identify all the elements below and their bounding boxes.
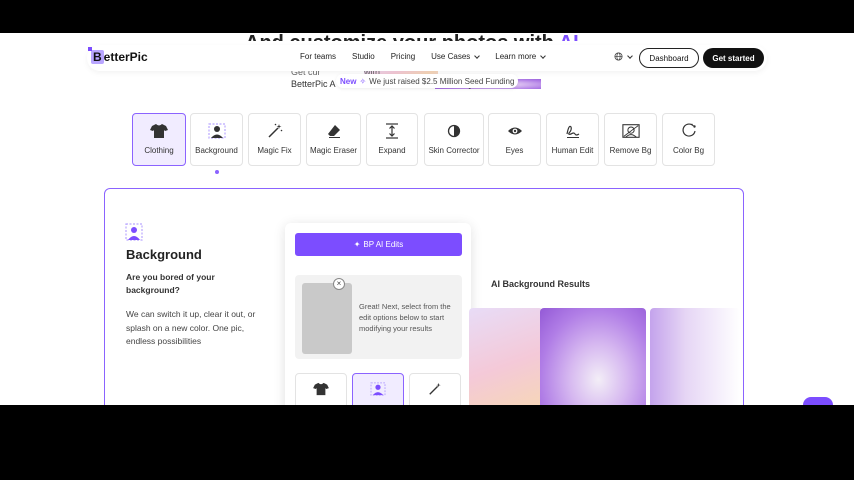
instruction-text: Great! Next, select from the edit option… bbox=[359, 302, 451, 333]
eraser-icon bbox=[325, 122, 343, 140]
tab-label: Skin Corrector bbox=[428, 146, 480, 155]
tab-label: Color Bg bbox=[672, 146, 705, 155]
results-title: AI Background Results bbox=[491, 279, 591, 289]
background-person-icon bbox=[125, 223, 143, 241]
feature-question: Are you bored of your background? bbox=[126, 272, 215, 295]
nav-link-pricing[interactable]: Pricing bbox=[391, 52, 415, 61]
top-navbar: BetterPic For teams Studio Pricing Use C… bbox=[87, 45, 767, 71]
language-selector[interactable] bbox=[614, 52, 633, 61]
tab-color-bg[interactable]: Color Bg bbox=[662, 113, 715, 166]
funding-message: We just raised $2.5 Million Seed Funding bbox=[369, 76, 515, 86]
feature-title: Background bbox=[126, 247, 202, 262]
tab-magic-fix[interactable]: Magic Fix bbox=[248, 113, 301, 166]
magic-wand-icon bbox=[429, 382, 441, 395]
tab-background[interactable]: Background bbox=[190, 113, 243, 166]
nav-link-for-teams[interactable]: For teams bbox=[300, 52, 336, 61]
color-circle-icon bbox=[680, 122, 698, 140]
result-image-2[interactable] bbox=[540, 308, 646, 405]
tab-magic-eraser[interactable]: Magic Eraser bbox=[306, 113, 361, 166]
hero-subtext-left-2: BetterPic A bbox=[291, 79, 336, 89]
button-label: BP AI Edits bbox=[363, 240, 404, 249]
tab-remove-bg[interactable]: Remove Bg bbox=[604, 113, 657, 166]
close-icon[interactable]: × bbox=[333, 278, 345, 290]
nav-link-learn-more[interactable]: Learn more bbox=[495, 52, 547, 61]
background-person-icon bbox=[370, 382, 386, 396]
result-image-3[interactable] bbox=[650, 308, 740, 405]
magic-wand-icon bbox=[266, 122, 284, 140]
feature-panel: Background Are you bored of your backgro… bbox=[104, 188, 744, 405]
shirt-icon bbox=[150, 122, 168, 140]
signature-icon bbox=[564, 122, 582, 140]
mini-tab-clothing[interactable] bbox=[295, 373, 347, 405]
chevron-down-icon bbox=[474, 52, 481, 59]
mini-tab-magic-fix[interactable] bbox=[409, 373, 461, 405]
nav-link-studio[interactable]: Studio bbox=[352, 52, 375, 61]
page-viewport: And customize your photos with AI Get cu… bbox=[0, 33, 854, 405]
tab-label: Magic Eraser bbox=[309, 146, 358, 155]
contrast-icon bbox=[445, 122, 463, 140]
nav-links: For teams Studio Pricing Use Cases Learn… bbox=[300, 52, 561, 61]
chat-widget-button[interactable] bbox=[803, 397, 833, 405]
dashboard-button[interactable]: Dashboard bbox=[639, 48, 699, 68]
logo-text: etterPic bbox=[103, 50, 148, 64]
remove-bg-icon bbox=[621, 122, 640, 140]
eye-icon bbox=[506, 122, 524, 140]
chevron-down-icon bbox=[627, 52, 633, 59]
tab-human-edit[interactable]: Human Edit bbox=[546, 113, 599, 166]
photo-thumbnail[interactable] bbox=[302, 283, 352, 354]
globe-icon bbox=[614, 52, 623, 61]
tab-label: Remove Bg bbox=[609, 146, 652, 155]
tab-label: Background bbox=[195, 146, 238, 155]
tab-expand[interactable]: Expand bbox=[366, 113, 418, 166]
edit-preview-card: ✦ BP AI Edits × Great! Next, select from… bbox=[285, 223, 471, 405]
tab-label: Human Edit bbox=[551, 146, 594, 155]
bp-ai-edits-button[interactable]: ✦ BP AI Edits bbox=[295, 233, 462, 256]
tab-label: Expand bbox=[378, 146, 406, 155]
shirt-icon bbox=[313, 382, 329, 396]
nav-link-use-cases[interactable]: Use Cases bbox=[431, 52, 481, 61]
tab-skin-corrector[interactable]: Skin Corrector bbox=[424, 113, 484, 166]
chevron-down-icon bbox=[540, 52, 547, 59]
mini-tab-background[interactable] bbox=[352, 373, 404, 405]
tab-label: Magic Fix bbox=[257, 146, 292, 155]
tab-label: Clothing bbox=[144, 146, 174, 155]
sparkle-icon: ✧ bbox=[359, 76, 367, 86]
selected-photo-info: × Great! Next, select from the edit opti… bbox=[295, 275, 462, 359]
active-tab-indicator bbox=[215, 170, 219, 174]
sparkle-icon: ✦ bbox=[353, 240, 361, 249]
feature-description: We can switch it up, clear it out, or sp… bbox=[126, 309, 256, 346]
tab-label: Eyes bbox=[505, 146, 524, 155]
logo-letter-b: B bbox=[91, 50, 104, 64]
result-image-1[interactable] bbox=[469, 308, 543, 405]
new-badge: New bbox=[340, 76, 357, 86]
funding-banner[interactable]: New ✧ We just raised $2.5 Million Seed F… bbox=[336, 74, 519, 88]
background-person-icon bbox=[207, 122, 226, 140]
get-started-button[interactable]: Get started bbox=[703, 48, 764, 68]
logo-corner-mark bbox=[88, 47, 92, 51]
betterpic-logo[interactable]: BetterPic bbox=[88, 47, 148, 64]
tab-clothing[interactable]: Clothing bbox=[132, 113, 186, 166]
tab-eyes[interactable]: Eyes bbox=[488, 113, 541, 166]
expand-icon bbox=[383, 122, 401, 140]
